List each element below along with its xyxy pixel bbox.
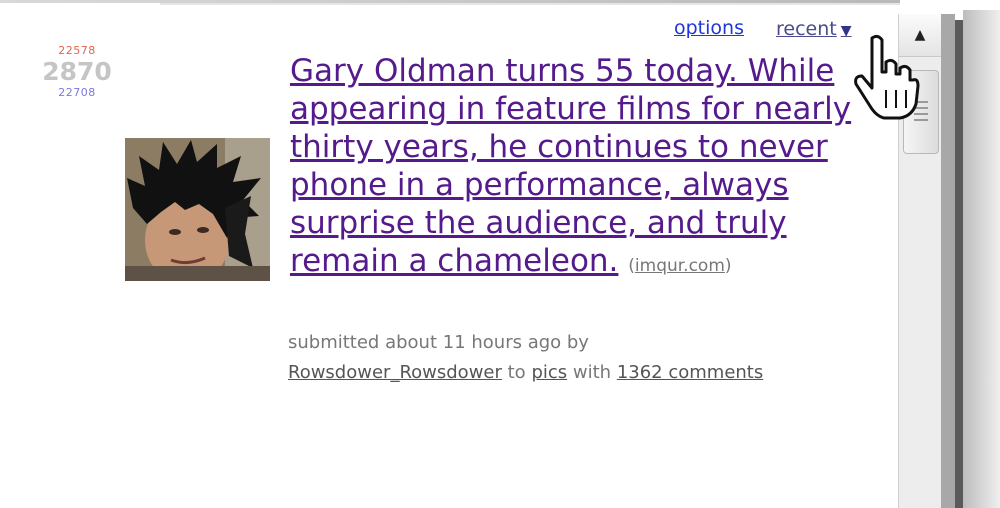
window-edge (941, 14, 955, 508)
author-link[interactable]: Rowsdower_Rowsdower (288, 362, 502, 383)
post-tagline: submitted about 11 hours ago by Rowsdowe… (288, 328, 898, 388)
post-domain: (imqur.com) (628, 256, 732, 276)
subreddit-link[interactable]: pics (531, 362, 567, 383)
comments-link[interactable]: 1362 comments (617, 362, 763, 383)
submitted-text: submitted about 11 hours ago by (288, 332, 589, 353)
window-edge-background (963, 10, 1000, 508)
with-text: with (572, 362, 612, 383)
score-count: 2870 (42, 57, 112, 86)
post-thumbnail[interactable] (125, 138, 270, 281)
post-title: Gary Oldman turns 55 today. While appear… (290, 52, 880, 285)
upvote-count: 22578 (58, 44, 96, 57)
options-link[interactable]: options (674, 17, 744, 39)
window-edge-shadow (955, 20, 963, 508)
post-title-link[interactable]: Gary Oldman turns 55 today. While appear… (290, 53, 851, 279)
vote-score: 22578 2870 22708 (32, 44, 122, 99)
recent-label: recent (776, 18, 837, 40)
hand-pointer-icon (854, 34, 920, 120)
to-text: to (507, 362, 526, 383)
downvote-count: 22708 (58, 86, 96, 99)
recent-dropdown[interactable]: recent ▼ (776, 18, 852, 40)
top-border-shadow (160, 3, 900, 5)
thumbnail-image (125, 138, 270, 281)
domain-link[interactable]: imqur.com (635, 256, 725, 276)
